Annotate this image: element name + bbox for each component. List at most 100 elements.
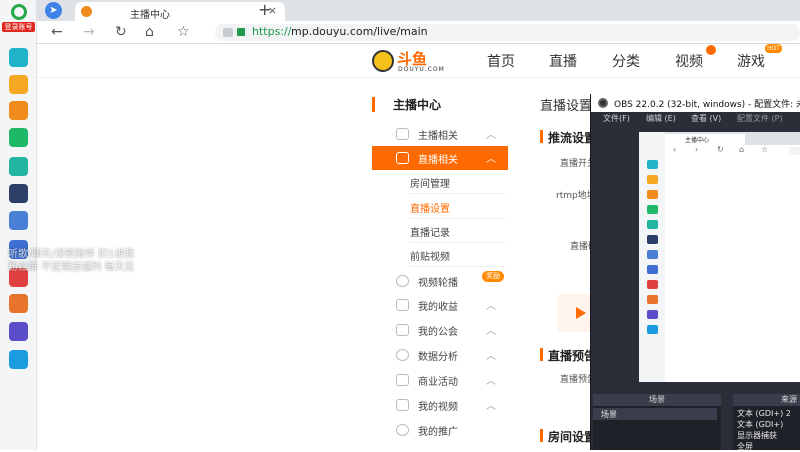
- obs-menu-bar: 文件(F) 编辑 (E) 查看 (V) 配置文件 (P): [591, 112, 800, 126]
- bookmark-star-icon[interactable]: ☆: [177, 24, 190, 40]
- menu-item-live[interactable]: 直播相关 ︿: [372, 146, 508, 170]
- source-item[interactable]: 全屏: [737, 441, 753, 452]
- obs-menu-profile[interactable]: 配置文件 (P): [737, 113, 783, 124]
- hot-badge: HOT: [765, 44, 782, 53]
- building-icon: [396, 374, 409, 386]
- menu-item-guild[interactable]: 我的公会 ︿: [372, 318, 508, 342]
- chevron-up-icon: ︿: [486, 401, 496, 412]
- weibo-app-icon[interactable]: [9, 101, 28, 120]
- nav-category[interactable]: 分类: [612, 51, 640, 71]
- new-tab-button[interactable]: +: [258, 0, 271, 19]
- preview-star-app-icon: [647, 175, 658, 184]
- login-account-icon[interactable]: 登录账号: [0, 4, 37, 38]
- nav-home[interactable]: 首页: [487, 51, 515, 71]
- submenu-pre-roll-video[interactable]: 前贴视频: [410, 243, 506, 267]
- obs-menu-edit[interactable]: 编辑 (E): [646, 113, 676, 124]
- section-title-preview: 直播预告: [548, 349, 597, 363]
- preview-shop-app-icon: [647, 295, 658, 304]
- obs-title-bar[interactable]: OBS 22.0.2 (32-bit, windows) - 配置文件: 未命名: [591, 94, 800, 112]
- menu-item-anchor[interactable]: 主播相关 ︿: [372, 122, 508, 146]
- forward-icon[interactable]: →: [83, 24, 95, 40]
- submenu-room-manage[interactable]: 房间管理: [410, 170, 506, 194]
- menu-item-label: 直播相关: [418, 155, 458, 166]
- login-logo-icon: [10, 4, 27, 20]
- douyu-logo[interactable]: 斗鱼 DOUYU.COM: [370, 47, 445, 75]
- shield-icon: [396, 324, 409, 336]
- address-bar[interactable]: https:// mp.douyu.com/live/main: [215, 24, 800, 41]
- section-accent: [540, 130, 543, 143]
- promote-icon: [396, 424, 409, 436]
- live-settings-content: 直播设置 推流设置 直播开关 rtmp地址 直播码 直播预告 直播预告 房间设置: [518, 85, 600, 450]
- preview-star-icon: ☆: [761, 145, 769, 154]
- submenu-label: 直播记录: [410, 228, 450, 239]
- obs-menu-file[interactable]: 文件(F): [603, 113, 630, 124]
- wallet-icon: [396, 299, 409, 311]
- game-app-icon[interactable]: [9, 184, 28, 203]
- submenu-live-records[interactable]: 直播记录: [410, 219, 506, 243]
- section-accent: [540, 348, 543, 361]
- reload-icon[interactable]: ↻: [115, 24, 127, 40]
- menu-item-label: 视频轮播: [418, 278, 458, 289]
- plus-app-icon[interactable]: [9, 48, 28, 67]
- video-badge-icon: [706, 45, 716, 55]
- tab-title: 主播中心: [130, 10, 170, 21]
- back-icon[interactable]: ←: [51, 24, 63, 40]
- shop-app-icon[interactable]: [9, 294, 28, 313]
- preview-forward-icon: ›: [695, 145, 699, 154]
- source-item[interactable]: 显示器捕获: [737, 430, 777, 441]
- iqiyi-app-icon[interactable]: [9, 350, 28, 369]
- submenu-live-settings[interactable]: 直播设置: [410, 195, 506, 219]
- obs-menu-view[interactable]: 查看 (V): [691, 113, 721, 124]
- scene-item[interactable]: 场景: [593, 408, 717, 420]
- menu-item-my-videos[interactable]: 我的视频 ︿: [372, 393, 508, 417]
- nav-video[interactable]: 视频: [675, 51, 703, 71]
- browser-logo-icon[interactable]: ➤: [45, 2, 62, 19]
- douyu-favicon-icon: [81, 6, 92, 17]
- certificate-icon: [223, 28, 233, 37]
- submenu-label: 直播设置: [410, 204, 450, 215]
- obs-window[interactable]: OBS 22.0.2 (32-bit, windows) - 配置文件: 未命名…: [590, 94, 800, 452]
- menu-item-label: 我的收益: [418, 302, 458, 313]
- source-item[interactable]: 文本 (GDI+) 2: [737, 408, 791, 419]
- reward-badge: 奖励: [482, 271, 504, 282]
- star-app-icon[interactable]: [9, 75, 28, 94]
- scene-item-label: 场景: [601, 410, 617, 419]
- obs-title: OBS 22.0.2 (32-bit, windows) - 配置文件: 未命名: [614, 100, 800, 110]
- preview-home-icon: ⌂: [739, 145, 745, 154]
- menu-item-label: 主播相关: [418, 131, 458, 142]
- doc-app-icon[interactable]: [9, 211, 28, 230]
- preview-mail-app-icon: [647, 205, 658, 214]
- menu-item-business[interactable]: 商业活动 ︿: [372, 368, 508, 392]
- menu-item-data-analysis[interactable]: 数据分析 ︿: [372, 343, 508, 367]
- chevron-up-icon: ︿: [486, 326, 496, 337]
- browser-tab[interactable]: 主播中心 ×: [75, 2, 285, 21]
- nav-live[interactable]: 直播: [549, 51, 577, 71]
- link-app-icon[interactable]: [9, 157, 28, 176]
- source-item[interactable]: 文本 (GDI+): [737, 419, 783, 430]
- scenes-list: 场景: [593, 406, 721, 450]
- browser-nav-bar: ← → ↻ ⌂ ☆ https:// mp.douyu.com/live/mai…: [37, 21, 800, 44]
- url-host: mp.douyu.com/live/main: [291, 25, 428, 38]
- home-icon[interactable]: ⌂: [145, 24, 154, 40]
- section-title-room: 房间设置: [548, 430, 597, 444]
- play-icon[interactable]: [558, 294, 594, 332]
- stream-overlay-text: 听歌/聊天/深夜陪伴 扣1进我粉丝群 不定期送福利 每天见: [8, 249, 135, 273]
- scenes-panel-header: 场景: [593, 394, 721, 406]
- section-title-push: 推流设置: [548, 131, 597, 145]
- anchor-center-menu: 主播中心 主播相关 ︿ 直播相关 ︿ 房间管理 直播设置 直播记录 前贴视频 视…: [372, 85, 508, 450]
- menu-item-earnings[interactable]: 我的收益 ︿: [372, 293, 508, 317]
- page-title: 直播设置: [540, 99, 593, 114]
- preview-link-app-icon: [647, 220, 658, 229]
- mobile-game-icon[interactable]: [9, 322, 28, 341]
- obs-logo-icon: [598, 98, 608, 108]
- preview-iqiyi-app-icon: [647, 325, 658, 334]
- section-accent: [540, 429, 543, 442]
- fish-mascot-icon: [372, 50, 394, 72]
- logo-subtext: DOUYU.COM: [398, 66, 445, 73]
- menu-title: 主播中心: [393, 98, 442, 112]
- obs-preview-canvas[interactable]: 主播中心 ‹ › ↻ ⌂ ☆: [639, 132, 800, 382]
- sources-panel-header: 来源: [733, 394, 800, 406]
- mail-app-icon[interactable]: [9, 128, 28, 147]
- nav-game[interactable]: 游戏: [737, 51, 765, 71]
- menu-item-promotion[interactable]: 我的推广: [372, 418, 508, 442]
